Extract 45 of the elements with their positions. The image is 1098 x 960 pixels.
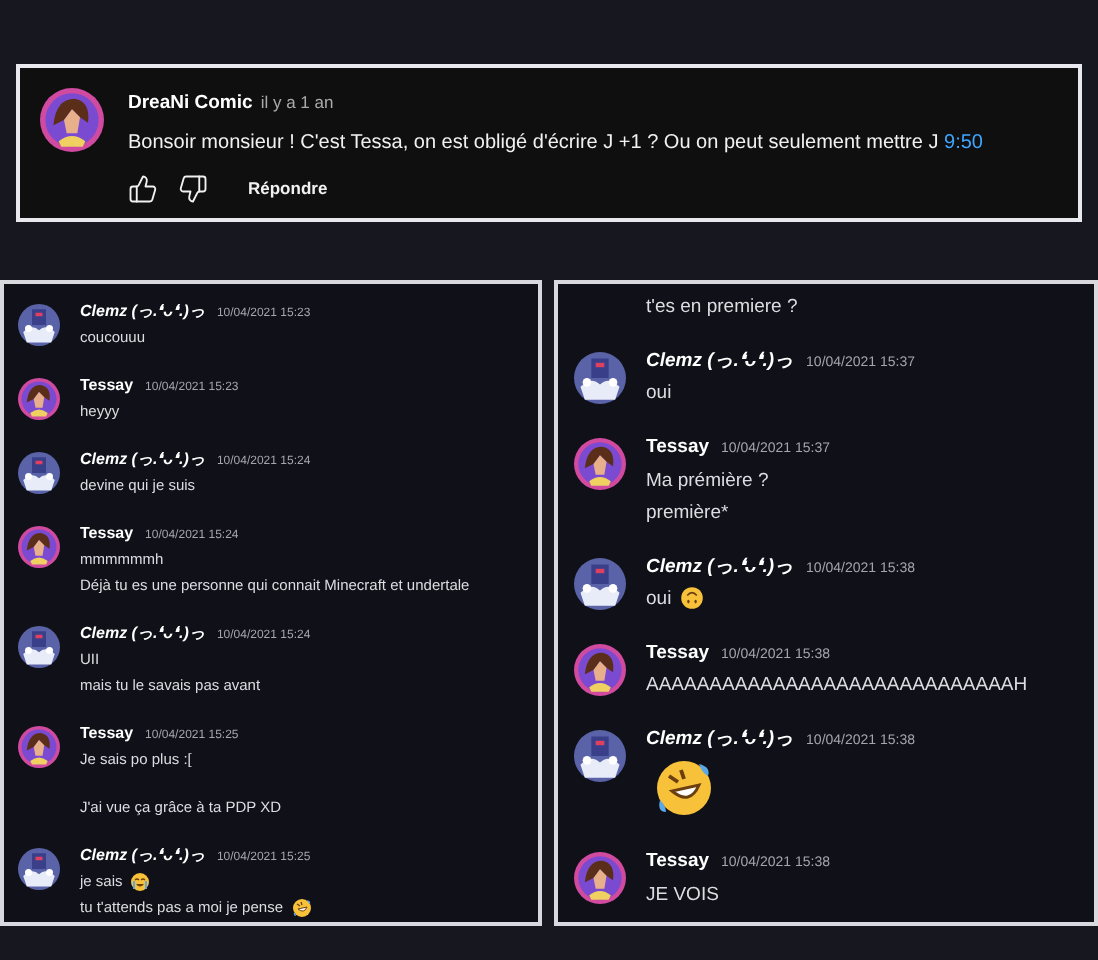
comment-age: il y a 1 an <box>260 90 334 116</box>
message-text: Ma prémière ? <box>646 469 769 491</box>
crying-face-icon <box>130 872 151 893</box>
message-text: première* <box>646 501 729 523</box>
timestamp-link[interactable]: 9:50 <box>944 132 983 155</box>
avatar <box>18 726 60 768</box>
avatar <box>18 848 60 890</box>
username: Clemz (っ.❛ᴗ❛.)っ <box>646 726 795 754</box>
username: Clemz (っ.❛ᴗ❛.)っ <box>80 622 205 646</box>
message-text: JE VOIS <box>646 883 719 905</box>
message-text: oui <box>646 587 672 610</box>
message-text: t'es en premiere ? <box>646 296 798 318</box>
message-text: oui <box>646 382 672 405</box>
username: Tessay <box>646 434 710 463</box>
avatar <box>574 852 626 905</box>
avatar <box>18 378 60 420</box>
message-text: AAAAAAAAAAAAAAAAAAAAAAAAAAAAAH <box>646 674 1028 696</box>
avatar <box>574 643 626 696</box>
username: Clemz (っ.❛ᴗ❛.)っ <box>80 448 205 472</box>
avatar <box>40 88 104 152</box>
username: Clemz (っ.❛ᴗ❛.)っ <box>80 300 205 324</box>
username: Tessay <box>646 639 710 668</box>
avatar <box>574 438 626 491</box>
avatar <box>18 526 60 568</box>
laughing-face-icon <box>291 898 311 919</box>
avatar <box>18 304 60 346</box>
username: Tessay <box>80 522 134 546</box>
avatar <box>574 352 626 404</box>
upside-down-face-icon <box>679 586 704 611</box>
avatar <box>18 452 60 494</box>
like-icon[interactable] <box>128 174 158 205</box>
laughing-face-icon <box>654 758 714 819</box>
username: Clemz (っ.❛ᴗ❛.)っ <box>646 553 795 581</box>
username: Clemz (っ.❛ᴗ❛.)っ <box>646 348 795 376</box>
comment-text: Bonsoir monsieur ! C'est Tessa, on est obligé d'écrire J +1 ? Ou on peut seulement mettre J <box>128 132 939 155</box>
username: Tessay <box>80 374 134 398</box>
username: Tessay <box>646 848 710 877</box>
avatar <box>574 557 626 609</box>
username: Tessay <box>80 722 134 746</box>
dislike-icon[interactable] <box>178 174 208 205</box>
avatar <box>18 626 60 668</box>
avatar <box>574 730 626 782</box>
username: Clemz (っ.❛ᴗ❛.)っ <box>80 844 205 868</box>
reply-button[interactable]: Répondre <box>248 176 328 203</box>
comment-author: DreaNi Comic <box>128 90 253 118</box>
